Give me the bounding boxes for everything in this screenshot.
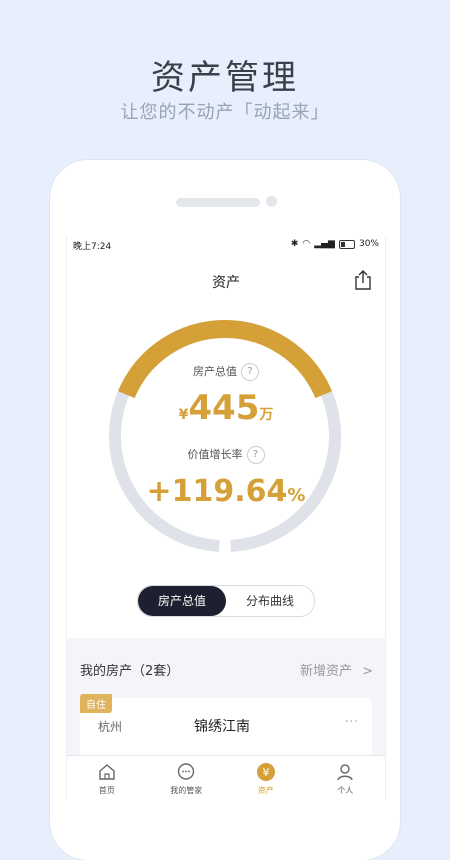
total-value-row: 房产总值?: [67, 363, 385, 381]
asset-gauge: [109, 320, 341, 552]
share-icon: [355, 270, 371, 290]
battery-percent: 30%: [358, 239, 379, 249]
tab-profile[interactable]: 个人: [306, 756, 386, 800]
total-value-label: 房产总值: [193, 365, 237, 378]
bottom-tab-bar: 首页 我的管家 ¥ 资产 个人: [67, 755, 385, 800]
growth-rate-value: +119.64%: [67, 474, 385, 509]
growth-unit: %: [287, 485, 306, 506]
property-city: 杭州: [98, 720, 123, 734]
chevron-right-icon: >: [362, 664, 373, 679]
page-title: 资产: [212, 275, 240, 291]
yen-icon: ¥: [256, 763, 275, 781]
toggle-total-value[interactable]: 房产总值: [138, 586, 226, 616]
total-value: ¥445万: [67, 388, 385, 428]
total-currency: ¥: [178, 407, 189, 423]
promo-title: 资产管理: [151, 58, 299, 98]
chat-icon: [178, 763, 195, 780]
wifi-icon: ◠: [302, 239, 311, 249]
phone-speaker: [176, 198, 260, 207]
status-bar: 晚上7:24 ✱ ◠ ▂▄▆ 30%: [67, 236, 385, 254]
total-number: 445: [188, 388, 260, 428]
tab-profile-label: 个人: [337, 786, 354, 795]
tab-home-label: 首页: [98, 786, 115, 795]
signal-icon: ▂▄▆: [314, 239, 335, 249]
tab-butler[interactable]: 我的管家: [147, 756, 227, 800]
nav-bar: 资产: [67, 266, 385, 294]
tab-butler-label: 我的管家: [170, 786, 203, 795]
growth-rate-label: 价值增长率: [187, 448, 243, 461]
more-options-icon[interactable]: ···: [345, 714, 358, 730]
growth-rate-row: 价值增长率?: [67, 446, 385, 464]
property-name: 锦绣江南: [194, 719, 250, 735]
status-time: 晚上7:24: [73, 242, 112, 252]
view-toggle: 房产总值 分布曲线: [137, 585, 315, 617]
user-icon: [337, 764, 353, 781]
app-screen: 晚上7:24 ✱ ◠ ▂▄▆ 30% 资产 房产总值? ¥445万 价值增长率?…: [66, 236, 386, 800]
phone-camera: [266, 196, 277, 207]
status-icons: ✱ ◠ ▂▄▆ 30%: [291, 239, 379, 249]
tab-assets[interactable]: ¥ 资产: [226, 756, 306, 800]
tab-home[interactable]: 首页: [67, 756, 147, 800]
total-help-icon[interactable]: ?: [241, 363, 259, 381]
property-tag: 自住: [80, 694, 112, 713]
bluetooth-icon: ✱: [290, 239, 299, 249]
add-asset-link[interactable]: 新增资产 >: [300, 660, 373, 679]
home-icon: [99, 764, 115, 780]
tab-assets-label: 资产: [257, 786, 274, 795]
gauge-fill: [118, 320, 332, 399]
total-unit: 万: [259, 407, 274, 423]
share-button[interactable]: [353, 269, 373, 291]
promo-subtitle: 让您的不动产「动起来」: [120, 102, 330, 123]
growth-number: +119.64: [146, 474, 288, 509]
my-properties-title: 我的房产（2套）: [80, 664, 180, 679]
growth-help-icon[interactable]: ?: [246, 446, 265, 464]
battery-icon: [338, 239, 355, 249]
add-asset-label: 新增资产: [299, 664, 352, 679]
toggle-distribution-curve[interactable]: 分布曲线: [226, 586, 314, 616]
svg-text:¥: ¥: [262, 766, 269, 779]
